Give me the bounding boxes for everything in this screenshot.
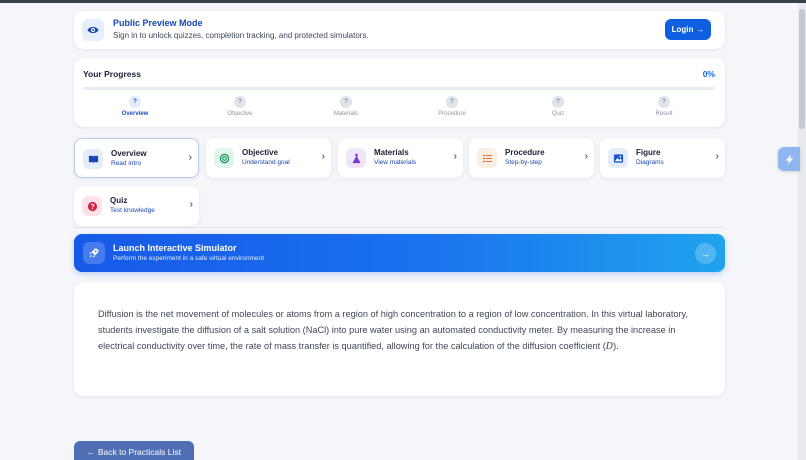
step-quiz[interactable]: ? Quiz <box>528 96 588 117</box>
tile-title: Procedure <box>505 148 545 157</box>
step-objective[interactable]: ? Objective <box>210 96 270 117</box>
tile-subtitle: Understand goal <box>242 159 290 166</box>
chevron-right-icon: › <box>321 151 325 162</box>
chevron-right-icon: › <box>453 151 457 162</box>
question-icon <box>82 196 102 216</box>
step-overview[interactable]: ? Overview <box>105 96 165 117</box>
target-icon <box>214 148 234 168</box>
tile-subtitle: Test knowledge <box>110 207 155 214</box>
tile-subtitle: View materials <box>374 159 417 166</box>
step-materials[interactable]: ? Materials <box>316 96 376 117</box>
progress-bar <box>83 87 715 90</box>
page-scrollbar[interactable] <box>798 3 806 460</box>
tile-title: Materials <box>374 148 409 157</box>
flask-icon <box>346 148 366 168</box>
rocket-icon <box>83 242 105 264</box>
tile-title: Figure <box>636 148 661 157</box>
section-tile-figure[interactable]: Figure Diagrams › <box>600 138 725 178</box>
section-tile-quiz[interactable]: Quiz Test knowledge › <box>74 186 199 226</box>
step-marker: ? <box>340 96 352 108</box>
browser-top-edge <box>0 0 806 3</box>
tile-title: Overview <box>111 149 147 158</box>
back-to-practicals-button[interactable]: ← Back to Practicals List <box>74 441 194 460</box>
preview-mode-banner: Public Preview Mode Sign in to unlock qu… <box>74 11 725 49</box>
overview-description: Diffusion is the net movement of molecul… <box>98 306 703 355</box>
step-label: Objective <box>227 111 253 117</box>
tile-title: Quiz <box>110 196 128 205</box>
section-divider <box>74 227 725 228</box>
chevron-right-icon: › <box>715 151 719 162</box>
overview-description-card: Diffusion is the net movement of molecul… <box>74 282 725 396</box>
arrow-right-icon: → <box>696 25 705 34</box>
section-tile-materials[interactable]: Materials View materials › <box>338 138 463 178</box>
chevron-right-icon: › <box>188 152 192 163</box>
step-marker: ? <box>129 96 141 108</box>
step-label: Procedure <box>438 111 466 117</box>
chevron-right-icon: › <box>584 151 588 162</box>
description-text: Diffusion is the net movement of molecul… <box>98 309 689 351</box>
step-result[interactable]: ? Result <box>634 96 694 117</box>
tile-subtitle: Step-by-step <box>505 159 542 166</box>
floating-assistant-tab[interactable] <box>778 147 800 171</box>
section-tile-overview[interactable]: Overview Read intro › <box>74 138 199 178</box>
bolt-icon <box>785 154 793 164</box>
tile-title: Objective <box>242 148 279 157</box>
step-label: Materials <box>333 111 359 117</box>
back-label: ← Back to Practicals List <box>86 447 181 457</box>
progress-title: Your Progress <box>83 69 141 79</box>
step-marker: ? <box>552 96 564 108</box>
login-button[interactable]: Login → <box>665 19 711 40</box>
launch-title: Launch Interactive Simulator <box>113 243 237 253</box>
scrollbar-thumb[interactable] <box>799 9 805 129</box>
image-icon <box>608 148 628 168</box>
launch-subtitle: Perform the experiment in a safe virtual… <box>113 255 265 262</box>
description-tail: ). <box>613 341 619 351</box>
section-tile-procedure[interactable]: Procedure Step-by-step › <box>469 138 594 178</box>
step-procedure[interactable]: ? Procedure <box>422 96 482 117</box>
step-label: Overview <box>121 111 149 117</box>
tile-subtitle: Diagrams <box>636 159 664 166</box>
step-marker: ? <box>446 96 458 108</box>
preview-subtitle: Sign in to unlock quizzes, completion tr… <box>113 31 369 40</box>
eye-icon <box>82 19 104 41</box>
chevron-right-icon: › <box>189 199 193 210</box>
step-label: Quiz <box>551 111 565 117</box>
step-marker: ? <box>234 96 246 108</box>
tile-subtitle: Read intro <box>111 160 141 167</box>
login-label: Login <box>671 25 694 34</box>
list-icon <box>477 148 497 168</box>
progress-card: Your Progress 0% ? Overview ? Objective ? M… <box>74 58 725 127</box>
preview-title: Public Preview Mode <box>113 18 203 28</box>
progress-percent: 0% <box>702 69 715 79</box>
launch-simulator-button[interactable]: Launch Interactive Simulator Perform the… <box>74 234 725 272</box>
book-icon <box>83 149 103 169</box>
step-label: Result <box>655 111 673 117</box>
arrow-right-icon[interactable]: → <box>695 243 716 264</box>
step-marker: ? <box>658 96 670 108</box>
section-tile-objective[interactable]: Objective Understand goal › <box>206 138 331 178</box>
